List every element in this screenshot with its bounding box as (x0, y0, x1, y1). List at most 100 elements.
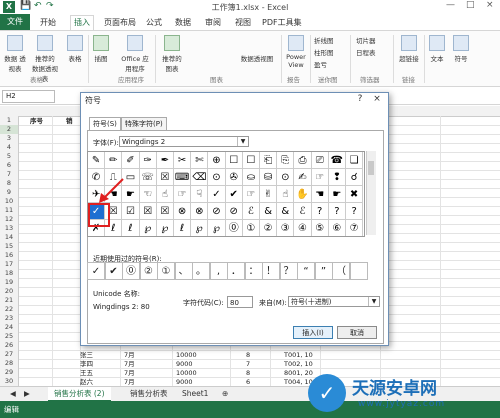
symbol-cell[interactable]: ⊕ (208, 152, 226, 169)
table-cell[interactable]: 8 (246, 369, 250, 378)
symbol-cell[interactable]: ⌫ (191, 169, 209, 186)
row-header[interactable]: 21 (0, 296, 19, 305)
recent-symbol-cell[interactable]: ” (314, 262, 333, 280)
symbol-cell[interactable]: ☚ (311, 186, 329, 203)
tab-data[interactable]: 数据 (175, 17, 191, 28)
symbol-cell[interactable]: ℰ (294, 203, 312, 220)
table-button[interactable]: 表格 (66, 35, 84, 63)
symbol-cell[interactable]: ✇ (225, 169, 243, 186)
table-cell[interactable]: 张三 (80, 351, 93, 360)
symbol-cell[interactable]: ❏ (346, 152, 364, 169)
symbol-cell[interactable]: ⊗ (191, 203, 209, 220)
row-header[interactable]: 27 (0, 350, 19, 359)
tab-view[interactable]: 视图 (235, 17, 251, 28)
symbol-cell[interactable]: & (277, 203, 295, 220)
row-header[interactable]: 8 (0, 179, 19, 188)
symbol-cell[interactable]: ⊘ (208, 203, 226, 220)
tab-page-layout[interactable]: 页面布局 (104, 17, 136, 28)
symbol-cell[interactable]: ℓ (122, 220, 140, 236)
row-header[interactable]: 5 (0, 152, 19, 161)
symbol-cell[interactable]: ☏ (139, 169, 157, 186)
recent-symbol-cell[interactable]: ✓ (87, 262, 105, 280)
recent-symbol-cell[interactable]: ？ (279, 262, 298, 280)
sheet-tab-analysis[interactable]: 销售分析表 (124, 387, 174, 400)
symbol-cell[interactable]: ✖ (346, 186, 364, 203)
tab-symbols[interactable]: 符号(S) (89, 117, 121, 130)
recommended-charts-button[interactable]: 推荐的 图表 (160, 35, 184, 73)
symbol-cell[interactable]: ⊘ (225, 203, 243, 220)
recent-symbol-cell[interactable]: , (209, 262, 228, 280)
symbol-cell[interactable]: ① (243, 220, 260, 236)
row-header[interactable]: 24 (0, 323, 19, 332)
char-code-input[interactable]: 80 (227, 296, 253, 308)
symbol-cell[interactable]: ⑦ (346, 220, 364, 236)
table-cell[interactable]: 10000 (176, 351, 197, 360)
close-button[interactable]: × (486, 0, 494, 10)
font-select[interactable]: Wingdings 2 ▼ (119, 136, 249, 147)
symbol-cell[interactable]: ☞ (174, 186, 192, 203)
symbol-cell[interactable]: ℘ (208, 220, 226, 236)
recent-symbol-cell[interactable]: ✔ (104, 262, 123, 280)
illustrations-button[interactable]: 插图 (92, 35, 110, 63)
insert-button[interactable]: 插入(I) (293, 326, 333, 339)
row-header[interactable]: 29 (0, 368, 19, 377)
symbol-cell[interactable]: ⛁ (260, 169, 278, 186)
row-header[interactable]: 11 (0, 206, 19, 215)
slicer-button[interactable]: 切片器 (356, 35, 376, 45)
table-cell[interactable]: T001, 10 (284, 351, 313, 360)
symbol-cell[interactable]: ☒ (139, 203, 157, 220)
symbol-cell[interactable]: ℘ (191, 220, 209, 236)
symbol-cell[interactable]: ⎘ (277, 152, 295, 169)
symbol-cell[interactable]: ☐ (225, 152, 243, 169)
symbol-cell[interactable]: ✑ (139, 152, 157, 169)
symbol-cell[interactable]: ⑥ (329, 220, 346, 236)
symbol-cell[interactable]: ☒ (156, 203, 174, 220)
symbol-cell[interactable]: ⌨ (174, 169, 192, 186)
recent-symbol-cell[interactable]: ⓪ (122, 262, 140, 280)
symbol-cell[interactable]: ⊙ (277, 169, 295, 186)
symbol-cell[interactable]: ⛀ (242, 169, 260, 186)
power-view-button[interactable]: Power View (284, 35, 308, 69)
row-header[interactable]: 12 (0, 215, 19, 224)
symbol-cell[interactable]: ⎙ (294, 152, 312, 169)
tab-formulas[interactable]: 公式 (146, 17, 162, 28)
table-cell[interactable]: 7月 (124, 369, 135, 378)
nav-right-icon[interactable]: ▶ (18, 387, 36, 400)
symbol-cell[interactable]: ② (260, 220, 278, 236)
symbol-cell[interactable]: ✎ (88, 152, 106, 169)
symbol-button[interactable]: 符号 (452, 35, 470, 63)
row-header[interactable]: 14 (0, 233, 19, 242)
symbol-cell[interactable]: ☞ (311, 169, 329, 186)
recent-symbol-cell[interactable]: ② (139, 262, 158, 280)
recent-symbol-cell[interactable]: ① (157, 262, 175, 280)
row-header[interactable]: 4 (0, 143, 19, 152)
symbol-cell[interactable]: ✒ (156, 152, 174, 169)
pivot-table-button[interactable]: 数据 透视表 (4, 35, 26, 73)
recent-symbol-cell[interactable]: ！ (262, 262, 280, 280)
maximize-button[interactable]: □ (466, 0, 475, 10)
table-cell[interactable]: T002, 10 (284, 360, 313, 369)
table-cell[interactable]: 王五 (80, 369, 93, 378)
symbol-cell[interactable]: ℰ (242, 203, 260, 220)
recent-symbol-cell[interactable]: （ (332, 262, 350, 280)
symbol-cell[interactable]: ⊗ (174, 203, 192, 220)
scrollbar-thumb[interactable] (368, 161, 374, 175)
symbol-cell[interactable]: ③ (277, 220, 295, 236)
symbol-cell[interactable]: ✄ (191, 152, 209, 169)
table-cell[interactable]: 7月 (124, 360, 135, 369)
symbol-cell[interactable]: ⎗ (260, 152, 278, 169)
table-cell[interactable]: 7月 (124, 351, 135, 360)
text-button[interactable]: 文本 (428, 35, 446, 63)
symbol-cell[interactable]: ⑤ (312, 220, 329, 236)
file-tab[interactable]: 文件 (0, 14, 30, 30)
row-header[interactable]: 23 (0, 314, 19, 323)
symbol-cell[interactable]: ☐ (242, 152, 260, 169)
row-header[interactable]: 18 (0, 269, 19, 278)
symbol-cell[interactable]: ⓪ (226, 220, 243, 236)
sparkline-winloss-button[interactable]: 盈亏 (314, 59, 327, 69)
table-cell[interactable]: 9000 (176, 360, 193, 369)
symbol-cell[interactable]: ☝ (277, 186, 295, 203)
table-cell[interactable]: 李四 (80, 360, 93, 369)
symbol-cell[interactable]: ✌ (260, 186, 278, 203)
symbol-cell[interactable]: ℘ (140, 220, 157, 236)
